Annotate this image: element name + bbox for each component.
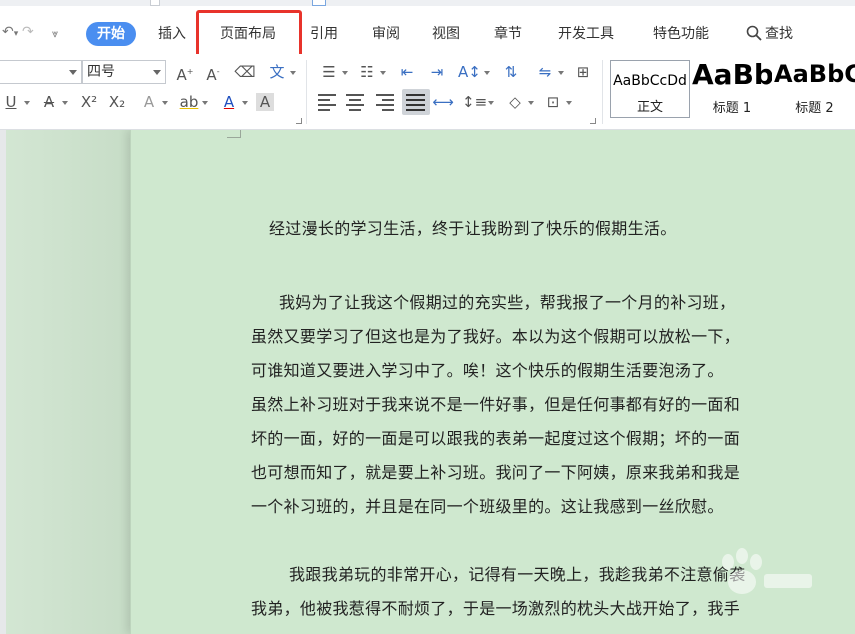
paragraph-2: 我妈为了让我这个假期过的充实些，帮我报了一个月的补习班， 虽然又要学习了但这也是… — [251, 286, 811, 524]
separator — [306, 60, 307, 124]
undo-icon[interactable]: ↶▾ — [2, 24, 18, 40]
style-heading-1-sample: AaBb — [692, 58, 772, 91]
tab-home[interactable]: 开始 — [86, 22, 136, 46]
paragraph-line: 经过漫长的学习生活，终于让我盼到了快乐的假期生活。 — [269, 219, 677, 238]
paragraph-line: 也可想而知了，就是要上补习班。我问了一下阿姨，原来我弟和我是 — [251, 463, 741, 482]
sort-icon[interactable]: ⇅ — [500, 61, 522, 83]
distributed-align-icon[interactable]: ⟷ — [432, 91, 454, 113]
font-color-dropdown-icon[interactable] — [242, 101, 248, 105]
style-heading-1[interactable]: AaBb 标题 1 — [692, 58, 772, 118]
style-heading-2[interactable]: AaBbC 标题 2 — [774, 60, 855, 118]
underline-dropdown-icon[interactable] — [24, 101, 30, 105]
line-spacing-icon[interactable]: ↕≡ — [462, 91, 487, 113]
search-icon — [746, 25, 762, 41]
numbering-dropdown-icon[interactable] — [380, 71, 386, 75]
font-dialog-launcher-icon[interactable] — [296, 118, 302, 124]
tab-chapter[interactable]: 章节 — [494, 22, 522, 46]
paragraph-line: 一个补习班的，并且是在同一个班级里的。这让我感到一丝欣慰。 — [251, 497, 724, 516]
borders-icon[interactable]: ⊡ — [542, 91, 564, 113]
tab-view[interactable]: 视图 — [432, 22, 460, 46]
underline-icon[interactable]: U — [0, 91, 22, 113]
ribbon-tabs: ↶▾ ↷ ⩔ 开始 插入 页面布局 引用 审阅 视图 章节 开发工具 特色功能 … — [0, 6, 855, 60]
bullets-icon[interactable]: ☰ — [318, 61, 340, 83]
paragraph-line: 坏的一面，好的一面是可以跟我的表弟一起度过这个假期；坏的一面 — [251, 429, 741, 448]
tab-review[interactable]: 审阅 — [372, 22, 400, 46]
home-toolbar: 四号 A+ A- ⌫ 文 U A X² X₂ A ab A A ☰ ☷ ⇤ ⇥ … — [0, 54, 855, 130]
highlight-color-icon[interactable]: ab — [178, 91, 200, 113]
superscript-icon[interactable]: X² — [78, 91, 100, 113]
style-heading-2-sample: AaBbC — [774, 60, 855, 88]
style-heading-1-name: 标题 1 — [712, 101, 752, 116]
quick-access-dropdown-icon[interactable]: ⩔ — [52, 27, 58, 41]
font-name-select[interactable] — [0, 60, 82, 84]
paragraph-line: 虽然上补习班对于我来说不是一件好事，但是任何事都有好的一面和 — [251, 395, 741, 414]
find-button[interactable]: 查找 — [746, 22, 793, 46]
highlight-box — [196, 10, 302, 60]
tab-developer-tools[interactable]: 开发工具 — [558, 22, 614, 46]
text-effect-dropdown-icon[interactable] — [162, 101, 168, 105]
redo-icon[interactable]: ↷ — [22, 24, 34, 40]
change-case-icon[interactable]: A↕ — [458, 61, 481, 83]
strikethrough-dropdown-icon[interactable] — [62, 101, 68, 105]
page-margin-background — [6, 130, 130, 634]
tab-insert[interactable]: 插入 — [158, 22, 186, 46]
style-normal[interactable]: AaBbCcDd 正文 — [610, 60, 690, 118]
phonetic-dropdown-icon[interactable] — [290, 71, 296, 75]
bullets-dropdown-icon[interactable] — [342, 71, 348, 75]
tab-special-features[interactable]: 特色功能 — [653, 22, 709, 46]
table-grid-icon[interactable]: ⊞ — [572, 61, 594, 83]
highlight-dropdown-icon[interactable] — [202, 101, 208, 105]
chevron-down-icon — [69, 70, 77, 75]
chevron-down-icon — [153, 70, 161, 75]
style-normal-sample: AaBbCcDd — [613, 73, 687, 89]
paragraph-line: 虽然又要学习了但这也是为了我好。本以为这个假期可以放松一下， — [251, 327, 741, 346]
align-center-icon[interactable] — [346, 94, 366, 111]
align-left-icon[interactable] — [318, 94, 338, 111]
paragraph-spacing-dropdown-icon[interactable] — [558, 71, 564, 75]
document-area: 经过漫长的学习生活，终于让我盼到了快乐的假期生活。 我妈为了让我这个假期过的充实… — [0, 130, 855, 634]
tab-references[interactable]: 引用 — [310, 22, 338, 46]
separator — [602, 60, 603, 124]
styles-gallery: AaBbCcDd 正文 AaBb 标题 1 AaBbC 标题 2 — [610, 58, 855, 118]
style-normal-name: 正文 — [636, 100, 663, 115]
align-right-icon[interactable] — [376, 94, 396, 111]
shrink-font-icon[interactable]: A- — [202, 61, 224, 84]
paragraph-dialog-launcher-icon[interactable] — [590, 118, 596, 124]
justify-icon — [406, 94, 426, 111]
paragraph-line: 可谁知道又要进入学习中了。唉！这个快乐的假期生活要泡汤了。 — [251, 361, 724, 380]
find-label: 查找 — [765, 26, 793, 42]
paragraph-line: 我妈为了让我这个假期过的充实些，帮我报了一个月的补习班， — [279, 293, 736, 312]
paragraph-1: 经过漫长的学习生活，终于让我盼到了快乐的假期生活。 — [251, 212, 811, 246]
font-color-icon[interactable]: A — [218, 91, 240, 113]
paw-watermark-icon — [722, 548, 812, 594]
font-size-select[interactable]: 四号 — [82, 60, 166, 84]
shading-icon[interactable]: ◇ — [504, 91, 526, 113]
style-heading-2-name: 标题 2 — [795, 101, 834, 116]
text-effect-icon[interactable]: A — [138, 91, 160, 113]
increase-indent-icon[interactable]: ⇥ — [426, 61, 448, 83]
font-size-value: 四号 — [87, 64, 115, 80]
char-shading-icon[interactable]: A — [256, 93, 274, 111]
shading-dropdown-icon[interactable] — [528, 101, 534, 105]
subscript-icon[interactable]: X₂ — [106, 91, 128, 113]
numbering-icon[interactable]: ☷ — [356, 61, 378, 83]
grow-font-icon[interactable]: A+ — [174, 61, 196, 84]
change-case-dropdown-icon[interactable] — [484, 71, 490, 75]
borders-dropdown-icon[interactable] — [566, 101, 572, 105]
strikethrough-icon[interactable]: A — [38, 91, 60, 113]
clear-format-icon[interactable]: ⌫ — [234, 61, 256, 83]
decrease-indent-icon[interactable]: ⇤ — [396, 61, 418, 83]
margin-corner-marker — [227, 130, 241, 138]
phonetic-guide-icon[interactable]: 文 — [266, 61, 288, 83]
paragraph-spacing-icon[interactable]: ⇋ — [534, 61, 556, 83]
line-spacing-dropdown-icon[interactable] — [488, 101, 494, 105]
